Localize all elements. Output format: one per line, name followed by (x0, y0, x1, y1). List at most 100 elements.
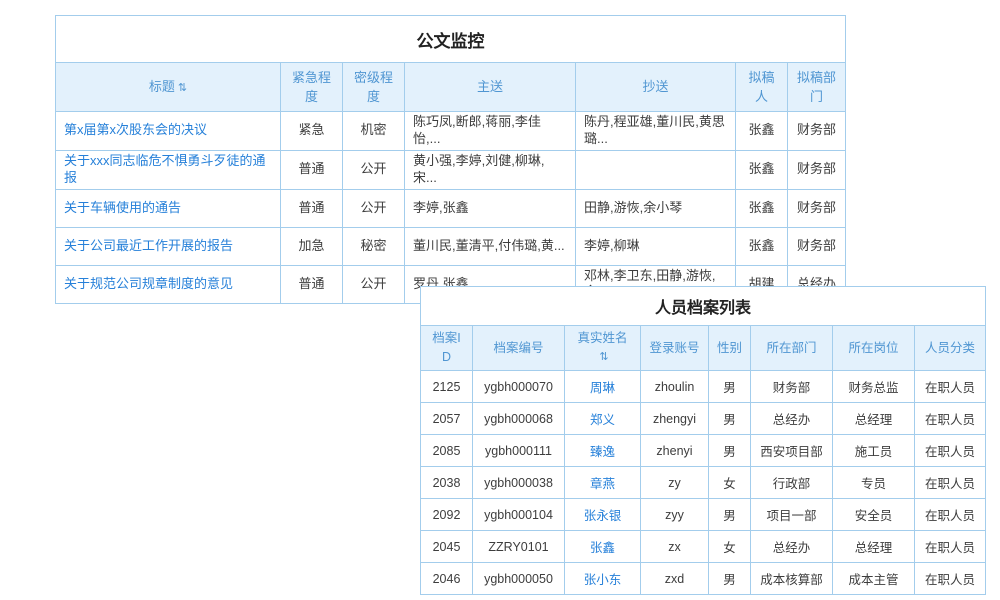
cell-category: 在职人员 (915, 467, 986, 499)
doc-table-header-row: 标题⇅ 紧急程度 密级程度 主送 抄送 拟稿人 拟稿部门 (56, 63, 846, 112)
cell-account: zx (641, 531, 709, 563)
cell-dept: 财务部 (788, 150, 846, 189)
doc-title-link[interactable]: 关于公司最近工作开展的报告 (64, 238, 233, 253)
cell-code: ygbh000070 (473, 371, 565, 403)
cell-cc (576, 150, 736, 189)
personnel-col-dept: 所在部门 (751, 326, 833, 371)
cell-name: 章燕 (565, 467, 641, 499)
cell-gender: 女 (709, 531, 751, 563)
cell-id: 2085 (421, 435, 473, 467)
page-canvas: 公文监控 标题⇅ 紧急程度 密级程度 主送 抄送 拟稿人 拟稿部门 第x届第x次… (0, 0, 1000, 600)
cell-post: 安全员 (833, 499, 915, 531)
cell-main: 李婷,张鑫 (405, 189, 576, 227)
table-row: 2045 ZZRY0101 张鑫 zx 女 总经办 总经理 在职人员 (421, 531, 986, 563)
cell-account: zhengyi (641, 403, 709, 435)
cell-cc: 陈丹,程亚雄,董川民,黄思璐... (576, 112, 736, 151)
person-name-link[interactable]: 周琳 (590, 381, 615, 395)
person-name-link[interactable]: 臻逸 (590, 445, 615, 459)
doc-col-urgency: 紧急程度 (281, 63, 343, 112)
person-name-link[interactable]: 张小东 (584, 573, 622, 587)
cell-urgency: 普通 (281, 265, 343, 304)
cell-gender: 男 (709, 435, 751, 467)
cell-post: 成本主管 (833, 563, 915, 595)
cell-dept: 行政部 (751, 467, 833, 499)
cell-category: 在职人员 (915, 403, 986, 435)
person-name-link[interactable]: 张永银 (584, 509, 622, 523)
cell-secrecy: 公开 (343, 189, 405, 227)
cell-main: 陈巧凤,断郎,蒋丽,李佳怡,... (405, 112, 576, 151)
doc-col-title[interactable]: 标题⇅ (56, 63, 281, 112)
cell-dept: 总经办 (751, 531, 833, 563)
cell-name: 郑义 (565, 403, 641, 435)
cell-urgency: 紧急 (281, 112, 343, 151)
table-row: 2046 ygbh000050 张小东 zxd 男 成本核算部 成本主管 在职人… (421, 563, 986, 595)
doc-title-link[interactable]: 关于车辆使用的通告 (64, 200, 181, 215)
personnel-col-category: 人员分类 (915, 326, 986, 371)
cell-secrecy: 公开 (343, 265, 405, 304)
person-name-link[interactable]: 张鑫 (590, 541, 615, 555)
doc-table-title-row: 公文监控 (56, 16, 846, 63)
personnel-col-id: 档案ID (421, 326, 473, 371)
cell-cc: 田静,游恢,余小琴 (576, 189, 736, 227)
cell-main: 黄小强,李婷,刘健,柳琳,宋... (405, 150, 576, 189)
doc-col-dept: 拟稿部门 (788, 63, 846, 112)
cell-title: 关于规范公司规章制度的意见 (56, 265, 281, 304)
cell-secrecy: 机密 (343, 112, 405, 151)
cell-id: 2046 (421, 563, 473, 595)
cell-id: 2125 (421, 371, 473, 403)
doc-col-cc: 抄送 (576, 63, 736, 112)
cell-secrecy: 公开 (343, 150, 405, 189)
doc-title-link[interactable]: 关于xxx同志临危不惧勇斗歹徒的通报 (64, 153, 266, 185)
cell-dept: 总经办 (751, 403, 833, 435)
person-name-link[interactable]: 章燕 (590, 477, 615, 491)
person-name-link[interactable]: 郑义 (590, 413, 615, 427)
cell-code: ygbh000104 (473, 499, 565, 531)
cell-dept: 财务部 (788, 189, 846, 227)
personnel-list-table: 人员档案列表 档案ID 档案编号 真实姓名⇅ 登录账号 性别 所在部门 所在岗位… (420, 286, 986, 595)
cell-code: ygbh000038 (473, 467, 565, 499)
cell-name: 周琳 (565, 371, 641, 403)
personnel-table-title-row: 人员档案列表 (421, 287, 986, 326)
cell-title: 关于xxx同志临危不惧勇斗歹徒的通报 (56, 150, 281, 189)
cell-category: 在职人员 (915, 435, 986, 467)
personnel-col-name-label: 真实姓名 (577, 331, 627, 345)
cell-secrecy: 秘密 (343, 227, 405, 265)
table-row: 2125 ygbh000070 周琳 zhoulin 男 财务部 财务总监 在职… (421, 371, 986, 403)
cell-dept: 西安项目部 (751, 435, 833, 467)
personnel-col-account: 登录账号 (641, 326, 709, 371)
table-row: 关于公司最近工作开展的报告 加急 秘密 董川民,董清平,付伟璐,黄... 李婷,… (56, 227, 846, 265)
cell-code: ZZRY0101 (473, 531, 565, 563)
cell-gender: 女 (709, 467, 751, 499)
cell-post: 总经理 (833, 531, 915, 563)
personnel-col-post: 所在岗位 (833, 326, 915, 371)
personnel-table-header-row: 档案ID 档案编号 真实姓名⇅ 登录账号 性别 所在部门 所在岗位 人员分类 (421, 326, 986, 371)
cell-id: 2045 (421, 531, 473, 563)
cell-post: 总经理 (833, 403, 915, 435)
cell-gender: 男 (709, 371, 751, 403)
cell-gender: 男 (709, 403, 751, 435)
cell-id: 2057 (421, 403, 473, 435)
cell-name: 张永银 (565, 499, 641, 531)
doc-col-title-label: 标题 (149, 79, 175, 94)
sort-icon[interactable]: ⇅ (178, 80, 187, 97)
table-row: 2057 ygbh000068 郑义 zhengyi 男 总经办 总经理 在职人… (421, 403, 986, 435)
sort-icon[interactable]: ⇅ (599, 349, 608, 366)
personnel-col-name[interactable]: 真实姓名 ⇅ (565, 326, 641, 371)
table-row: 第x届第x次股东会的决议 紧急 机密 陈巧凤,断郎,蒋丽,李佳怡,... 陈丹,… (56, 112, 846, 151)
cell-drafter: 张鑫 (736, 112, 788, 151)
cell-id: 2038 (421, 467, 473, 499)
cell-account: zy (641, 467, 709, 499)
cell-dept: 财务部 (788, 227, 846, 265)
cell-gender: 男 (709, 563, 751, 595)
doc-table-title: 公文监控 (56, 16, 846, 63)
doc-title-link[interactable]: 关于规范公司规章制度的意见 (64, 276, 233, 291)
cell-category: 在职人员 (915, 563, 986, 595)
table-row: 关于xxx同志临危不惧勇斗歹徒的通报 普通 公开 黄小强,李婷,刘健,柳琳,宋.… (56, 150, 846, 189)
doc-title-link[interactable]: 第x届第x次股东会的决议 (64, 122, 207, 137)
cell-post: 财务总监 (833, 371, 915, 403)
cell-id: 2092 (421, 499, 473, 531)
cell-cc: 李婷,柳琳 (576, 227, 736, 265)
cell-name: 张鑫 (565, 531, 641, 563)
cell-account: zhoulin (641, 371, 709, 403)
cell-dept: 成本核算部 (751, 563, 833, 595)
